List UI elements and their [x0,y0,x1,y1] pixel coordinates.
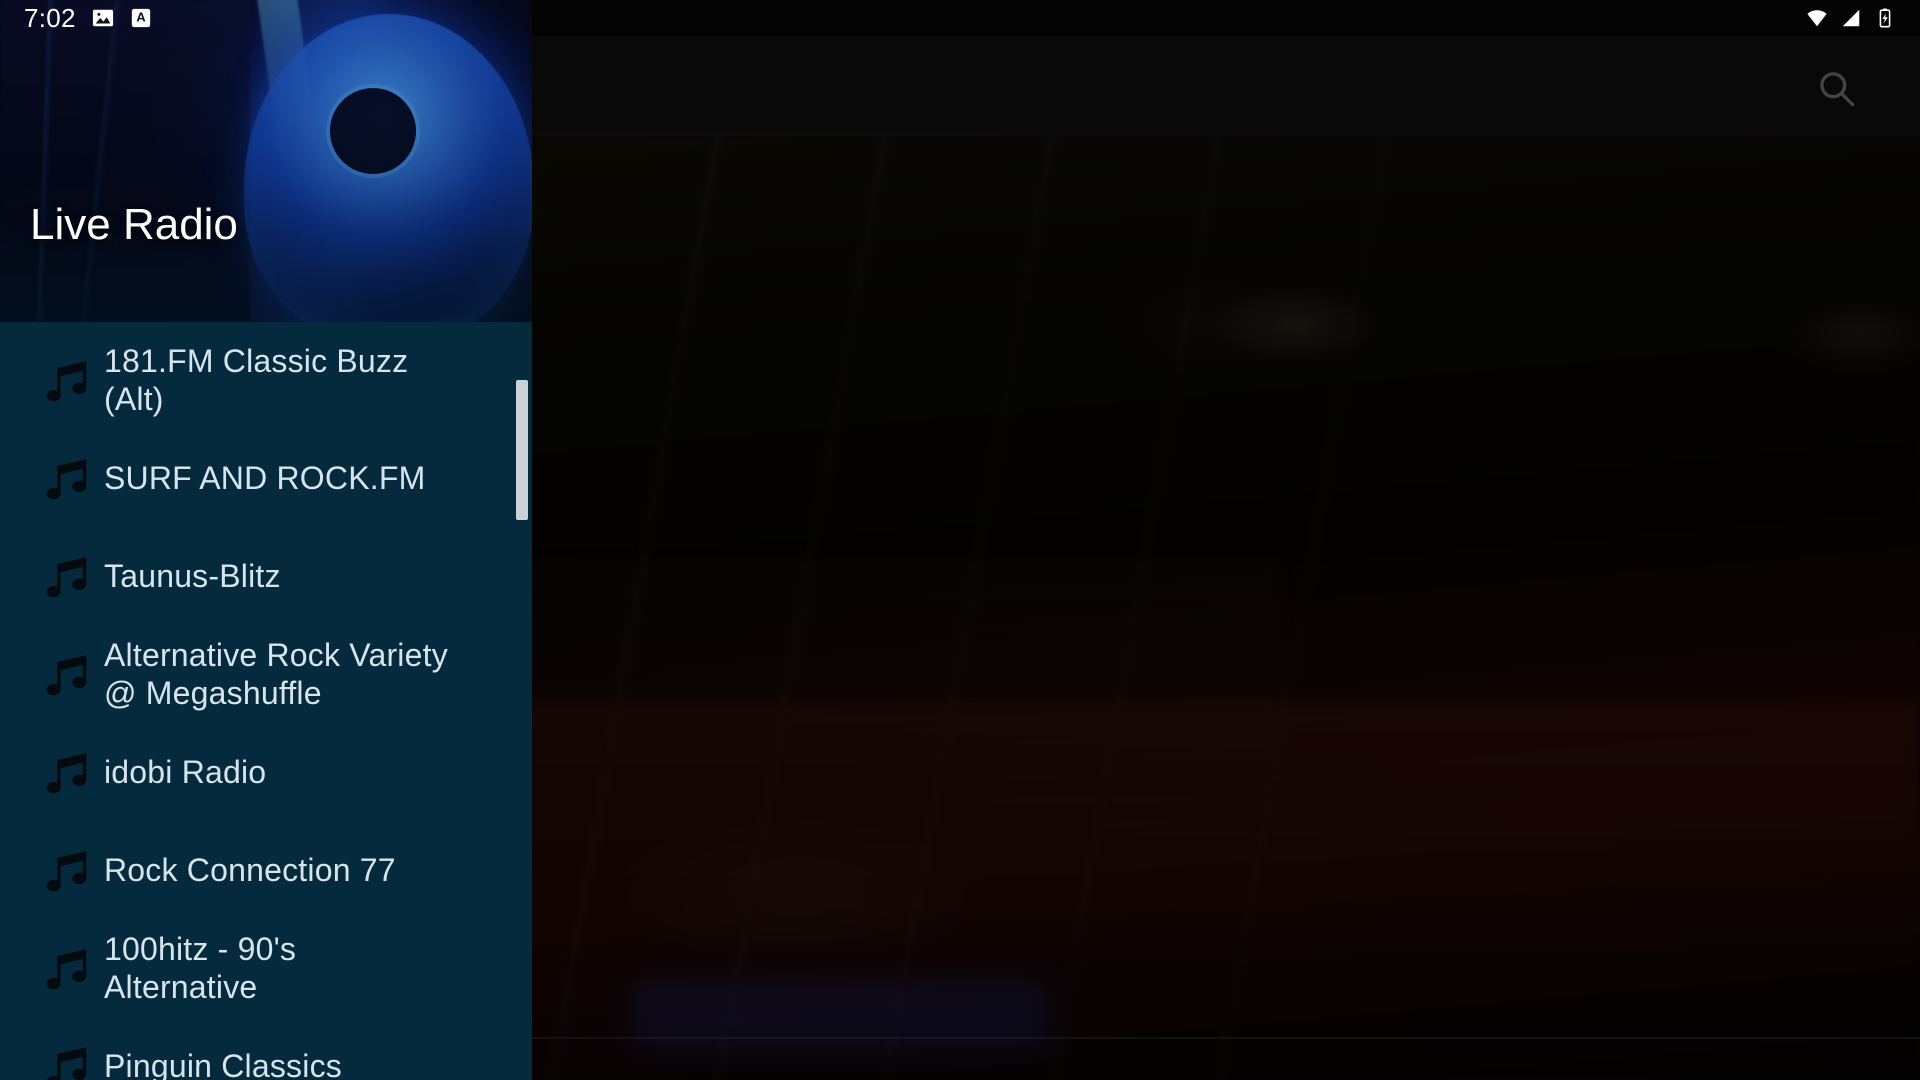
drawer-list-item[interactable]: Pinguin Classics [0,1018,532,1080]
navigation-drawer: Live Radio 181.FM Classic Buzz (Alt) SURF… [0,0,532,1080]
status-bar-left: 7:02 A [24,3,152,34]
drawer-list-item[interactable]: 100hitz - 90's Alternative [0,920,532,1018]
status-bar-right [1806,7,1902,29]
drawer-list-item[interactable]: Alternative Rock Variety @ Megashuffle [0,626,532,724]
music-note-icon [28,354,104,408]
screenshot-icon: A [130,7,152,29]
drawer-list-item-label: Alternative Rock Variety @ Megashuffle [104,637,448,711]
screen-root: ) lt) ty @ Megashuffle Live Radio 181.FM… [0,0,1920,1080]
drawer-list-item-label: Pinguin Classics [104,1048,342,1080]
svg-text:A: A [136,10,145,25]
status-bar: 7:02 A [0,0,1920,36]
drawer-list-item[interactable]: Taunus-Blitz [0,528,532,626]
drawer-list-item-label: Taunus-Blitz [104,558,281,595]
drawer-list-item-label: SURF AND ROCK.FM [104,460,426,497]
battery-charging-icon [1874,7,1896,29]
music-note-icon [28,1040,104,1080]
drawer-list-item-label: Rock Connection 77 [104,852,396,889]
drawer-list-item[interactable]: Rock Connection 77 [0,822,532,920]
wifi-icon [1806,7,1828,29]
cellular-signal-icon [1840,7,1862,29]
music-note-icon [28,452,104,506]
music-note-icon [28,746,104,800]
music-note-icon [28,648,104,702]
drawer-title: Live Radio [30,200,238,249]
drawer-scrollbar[interactable] [516,380,528,520]
drawer-list-item[interactable]: SURF AND ROCK.FM [0,430,532,528]
drawer-list-item[interactable]: 181.FM Classic Buzz (Alt) [0,332,532,430]
drawer-list-item-label: 181.FM Classic Buzz (Alt) [104,343,409,417]
music-note-icon [28,550,104,604]
header-overlay-shade [0,0,532,322]
drawer-header: Live Radio [0,0,532,322]
music-note-icon [28,844,104,898]
drawer-list-item[interactable]: idobi Radio [0,724,532,822]
image-icon [92,7,114,29]
drawer-list-item-label: idobi Radio [104,754,267,791]
drawer-list-item-label: 100hitz - 90's Alternative [104,931,297,1005]
music-note-icon [28,942,104,996]
drawer-station-list[interactable]: 181.FM Classic Buzz (Alt) SURF AND ROCK.F… [0,322,532,1080]
status-clock: 7:02 [24,2,76,33]
